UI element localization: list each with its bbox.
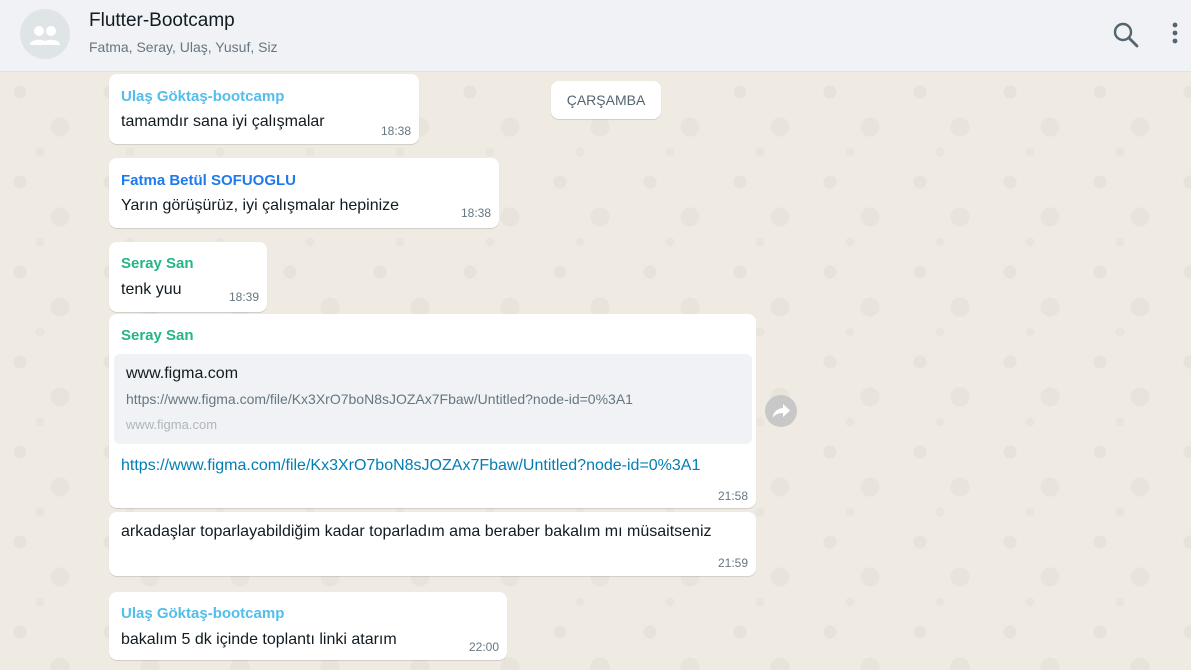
message-sender: Ulaş Göktaş-bootcamp xyxy=(121,88,285,105)
message-text: tenk yuu xyxy=(121,281,182,298)
message-time: 22:00 xyxy=(468,640,499,654)
forward-icon[interactable] xyxy=(765,395,797,427)
message-bubble[interactable]: Fatma Betül SOFUOGLU Yarın görüşürüz, iy… xyxy=(109,158,499,228)
link-preview[interactable]: www.figma.com https://www.figma.com/file… xyxy=(114,354,752,444)
kebab-menu-icon[interactable] xyxy=(1165,20,1185,50)
message-time: 18:38 xyxy=(460,206,491,220)
group-members[interactable]: Fatma, Seray, Ulaş, Yusuf, Siz xyxy=(89,39,278,55)
group-title[interactable]: Flutter-Bootcamp xyxy=(89,10,235,32)
message-bubble[interactable]: Ulaş Göktaş-bootcamp bakalım 5 dk içinde… xyxy=(109,592,507,660)
link-preview-domain: www.figma.com xyxy=(126,417,218,432)
group-avatar-icon[interactable] xyxy=(20,9,70,59)
message-sender: Ulaş Göktaş-bootcamp xyxy=(121,605,285,622)
message-sender: Seray San xyxy=(121,255,194,272)
search-icon[interactable] xyxy=(1111,20,1141,50)
link-preview-url: https://www.figma.com/file/Kx3XrO7boN8sJ… xyxy=(126,391,633,407)
message-bubble[interactable]: arkadaşlar toparlayabildiğim kadar topar… xyxy=(109,512,756,576)
message-text: arkadaşlar toparlayabildiğim kadar topar… xyxy=(121,523,712,540)
message-link[interactable]: https://www.figma.com/file/Kx3XrO7boN8sJ… xyxy=(121,454,721,478)
message-bubble[interactable]: Seray San www.figma.com https://www.figm… xyxy=(109,314,756,508)
message-bubble[interactable]: Seray San tenk yuu 18:39 xyxy=(109,242,267,312)
message-sender: Fatma Betül SOFUOGLU xyxy=(121,172,297,189)
message-sender: Seray San xyxy=(121,327,194,344)
message-text: bakalım 5 dk içinde toplantı linki atarı… xyxy=(121,631,397,648)
chat-header: Flutter-Bootcamp Fatma, Seray, Ulaş, Yus… xyxy=(0,0,1191,72)
message-text: tamamdır sana iyi çalışmalar xyxy=(121,113,325,130)
message-time: 21:59 xyxy=(717,556,748,570)
message-time: 21:58 xyxy=(717,489,748,503)
message-time: 18:38 xyxy=(380,124,411,138)
link-preview-title: www.figma.com xyxy=(126,365,239,382)
message-time: 18:39 xyxy=(228,290,259,304)
message-bubble[interactable]: Ulaş Göktaş-bootcamp tamamdır sana iyi ç… xyxy=(109,74,419,144)
message-text: Yarın görüşürüz, iyi çalışmalar hepinize xyxy=(121,197,400,214)
date-separator: ÇARŞAMBA xyxy=(551,81,661,119)
